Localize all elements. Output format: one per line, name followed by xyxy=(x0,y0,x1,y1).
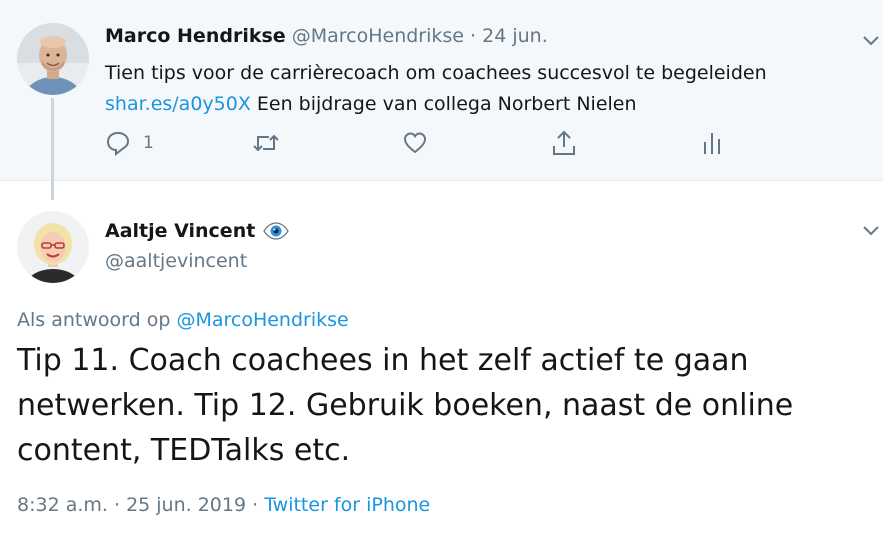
eye-icon xyxy=(263,222,290,240)
replying-prefix: Als antwoord op xyxy=(17,309,177,331)
parent-tweet[interactable]: Marco Hendrikse @MarcoHendrikse · 24 jun… xyxy=(0,0,883,200)
tweet-date[interactable]: 25 jun. 2019 xyxy=(126,494,246,516)
tweet-date[interactable]: 24 jun. xyxy=(482,25,548,47)
tweet-link[interactable]: shar.es/a0y50X xyxy=(105,93,251,115)
retweet-icon xyxy=(253,134,279,152)
tweet-text: Tip 11. Coach coachees in het zelf actie… xyxy=(17,343,794,468)
author-handle[interactable]: @aaltjevincent xyxy=(105,250,247,272)
marco-avatar-image xyxy=(17,23,89,95)
retweet-button[interactable] xyxy=(251,128,281,158)
separator: · xyxy=(470,25,477,47)
parent-tweet-header: Marco Hendrikse @MarcoHendrikse · 24 jun… xyxy=(105,25,548,47)
tweet-text-line: shar.es/a0y50X Een bijdrage van collega … xyxy=(105,89,845,120)
author-name[interactable]: Aaltje Vincent xyxy=(105,220,255,242)
tweet-source[interactable]: Twitter for iPhone xyxy=(264,494,430,516)
share-button[interactable] xyxy=(551,128,577,158)
reply-icon xyxy=(106,131,130,156)
replying-to: Als antwoord op @MarcoHendrikse xyxy=(17,309,349,331)
author-name-row: Aaltje Vincent xyxy=(105,220,290,242)
aaltje-avatar-image xyxy=(17,211,89,283)
like-icon xyxy=(403,132,427,154)
separator: · xyxy=(107,494,127,516)
replying-to-handle[interactable]: @MarcoHendrikse xyxy=(176,309,348,331)
parent-tweet-text: Tien tips voor de carrièrecoach om coach… xyxy=(105,58,845,120)
tweet-actions: 1 xyxy=(105,128,745,158)
analytics-button[interactable] xyxy=(702,128,722,158)
reply-button[interactable]: 1 xyxy=(105,128,154,158)
tweet-text-line: Tien tips voor de carrièrecoach om coach… xyxy=(105,62,767,84)
avatar[interactable] xyxy=(17,23,89,95)
reply-count: 1 xyxy=(143,133,154,153)
author-name[interactable]: Marco Hendrikse xyxy=(105,25,286,47)
share-icon xyxy=(553,130,575,155)
tweet-metadata: 8:32 a.m. · 25 jun. 2019 · Twitter for i… xyxy=(17,494,430,516)
thread-connector-line xyxy=(51,98,54,200)
tweet-text-rest: Een bijdrage van collega Norbert Nielen xyxy=(250,93,637,115)
chevron-down-icon[interactable] xyxy=(862,222,880,236)
analytics-icon xyxy=(704,133,720,154)
chevron-down-icon[interactable] xyxy=(862,32,880,46)
author-handle[interactable]: @MarcoHendrikse xyxy=(292,25,464,47)
tweet-time[interactable]: 8:32 a.m. xyxy=(17,494,108,516)
like-button[interactable] xyxy=(402,128,428,158)
avatar[interactable] xyxy=(17,211,89,283)
separator: · xyxy=(246,494,265,516)
